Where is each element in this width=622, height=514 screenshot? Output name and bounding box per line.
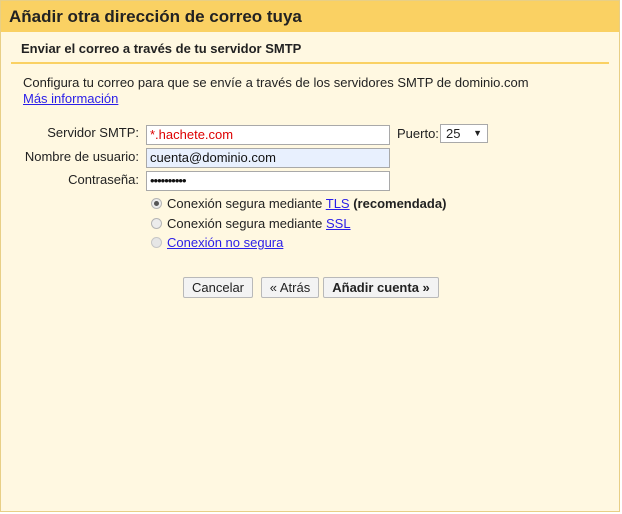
dialog-title: Añadir otra dirección de correo tuya (9, 7, 302, 26)
back-button[interactable]: « Atrás (261, 277, 319, 298)
add-email-dialog: Añadir otra dirección de correo tuya Env… (0, 0, 620, 512)
port-label: Puerto: (397, 126, 439, 141)
radio-tls-icon[interactable] (151, 198, 162, 209)
dropdown-arrow-icon: ▼ (473, 128, 482, 138)
username-input[interactable]: cuenta@dominio.com (146, 148, 390, 168)
radio-insecure-icon[interactable] (151, 237, 162, 248)
smtp-server-input[interactable]: *.hachete.com (146, 125, 390, 145)
tls-prefix: Conexión segura mediante (167, 196, 326, 211)
username-label: Nombre de usuario: (24, 149, 139, 164)
description-text: Configura tu correo para que se envíe a … (23, 75, 529, 90)
add-account-button[interactable]: Añadir cuenta » (323, 277, 439, 298)
radio-option-ssl[interactable]: Conexión segura mediante SSL (151, 216, 351, 231)
smtp-server-label: Servidor SMTP: (47, 125, 139, 140)
password-label: Contraseña: (68, 172, 139, 187)
tls-recommended: (recomendada) (349, 196, 447, 211)
radio-ssl-icon[interactable] (151, 218, 162, 229)
password-input[interactable]: •••••••••• (146, 171, 390, 191)
ssl-prefix: Conexión segura mediante (167, 216, 326, 231)
radio-option-insecure[interactable]: Conexión no segura (151, 235, 283, 250)
insecure-link[interactable]: Conexión no segura (167, 235, 283, 250)
radio-option-tls[interactable]: Conexión segura mediante TLS (recomendad… (151, 196, 446, 211)
section-header: Enviar el correo a través de tu servidor… (11, 32, 609, 64)
tls-link[interactable]: TLS (326, 196, 350, 211)
more-info-link[interactable]: Más información (23, 91, 118, 106)
port-select[interactable]: 25 ▼ (440, 124, 488, 143)
port-value: 25 (446, 126, 461, 141)
ssl-link[interactable]: SSL (326, 216, 351, 231)
cancel-button[interactable]: Cancelar (183, 277, 253, 298)
section-subtitle: Enviar el correo a través de tu servidor… (21, 41, 302, 56)
dialog-title-bar: Añadir otra dirección de correo tuya (1, 1, 619, 32)
